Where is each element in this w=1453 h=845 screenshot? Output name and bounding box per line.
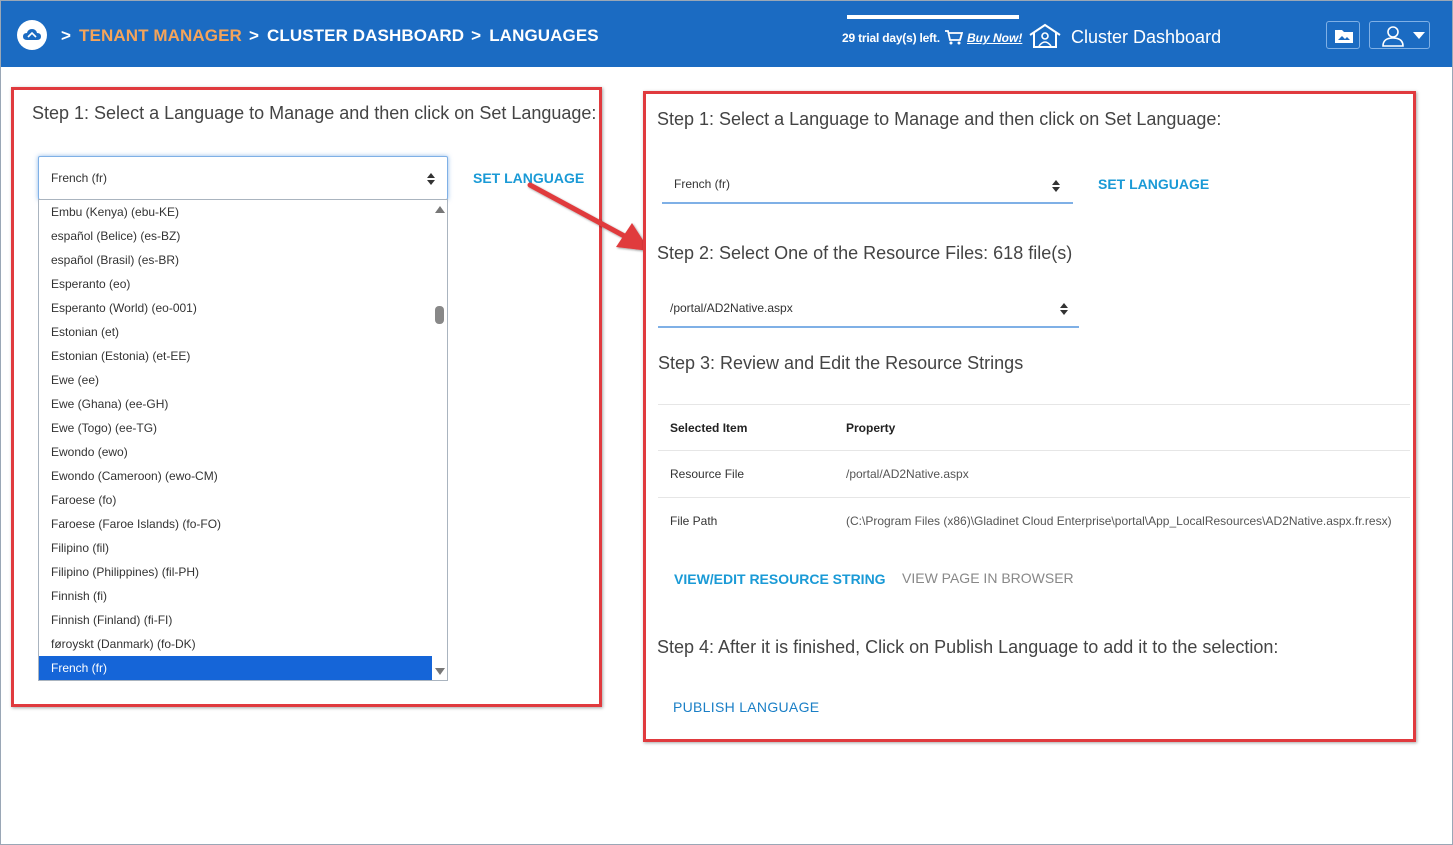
right-step1-title: Step 1: Select a Language to Manage and … bbox=[657, 109, 1222, 129]
table-header-row: Selected Item Property bbox=[658, 404, 1410, 451]
dropdown-option[interactable]: Esperanto (World) (eo-001) bbox=[39, 296, 432, 320]
step2-title: Step 2: Select One of the Resource Files… bbox=[657, 243, 1073, 263]
select-arrows-icon bbox=[427, 173, 435, 185]
buy-now-link[interactable]: Buy Now! bbox=[967, 31, 1022, 45]
right-set-language-button[interactable]: SET LANGUAGE bbox=[1098, 176, 1209, 192]
dropdown-option[interactable]: Ewondo (ewo) bbox=[39, 440, 432, 464]
row-label-resource-file: Resource File bbox=[670, 467, 745, 481]
breadcrumb-languages: LANGUAGES bbox=[489, 26, 599, 45]
scroll-thumb[interactable] bbox=[435, 306, 444, 324]
dropdown-option[interactable]: Faroese (fo) bbox=[39, 488, 432, 512]
breadcrumb: > TENANT MANAGER > CLUSTER DASHBOARD > LANGUA… bbox=[61, 26, 599, 45]
table-row: File Path (C:\Program Files (x86)\Gladin… bbox=[658, 497, 1410, 544]
dropdown-option[interactable]: Estonian (et) bbox=[39, 320, 432, 344]
user-menu-button[interactable] bbox=[1369, 21, 1430, 49]
dropdown-option[interactable]: Filipino (Philippines) (fil-PH) bbox=[39, 560, 432, 584]
column-header-selected-item: Selected Item bbox=[670, 421, 748, 435]
dropdown-option[interactable]: Ewe (Togo) (ee-TG) bbox=[39, 416, 432, 440]
view-edit-resource-string-button[interactable]: VIEW/EDIT RESOURCE STRING bbox=[674, 571, 886, 587]
left-step1-title: Step 1: Select a Language to Manage and … bbox=[32, 103, 597, 123]
top-bar: > TENANT MANAGER > CLUSTER DASHBOARD > LANGUA… bbox=[1, 1, 1452, 67]
dropdown-option[interactable]: Faroese (Faroe Islands) (fo-FO) bbox=[39, 512, 432, 536]
step3-title: Step 3: Review and Edit the Resource Str… bbox=[658, 353, 1024, 373]
dropdown-option[interactable]: Filipino (fil) bbox=[39, 536, 432, 560]
breadcrumb-cluster-dashboard[interactable]: CLUSTER DASHBOARD bbox=[267, 26, 464, 45]
row-value-resource-file: /portal/AD2Native.aspx bbox=[846, 467, 969, 481]
folder-icon bbox=[1335, 30, 1353, 43]
scroll-down-icon[interactable] bbox=[435, 668, 445, 675]
language-select-right-value: French (fr) bbox=[674, 177, 731, 191]
house-icon[interactable] bbox=[1028, 23, 1062, 54]
language-select-right[interactable]: French (fr) bbox=[662, 164, 1073, 204]
table-row: Resource File /portal/AD2Native.aspx bbox=[658, 450, 1410, 497]
dropdown-option[interactable]: español (Belice) (es-BZ) bbox=[39, 224, 432, 248]
right-annotation-box: Step 1: Select a Language to Manage and … bbox=[643, 91, 1416, 742]
column-header-property: Property bbox=[846, 421, 896, 435]
dropdown-option[interactable]: French (fr) bbox=[39, 656, 432, 680]
folder-button[interactable] bbox=[1326, 21, 1360, 49]
dropdown-option[interactable]: Ewe (ee) bbox=[39, 368, 432, 392]
dropdown-option[interactable]: Finnish (Finland) (fi-FI) bbox=[39, 608, 432, 632]
select-arrows-icon bbox=[1052, 180, 1060, 192]
resource-file-select[interactable]: /portal/AD2Native.aspx bbox=[658, 288, 1079, 328]
resource-file-select-value: /portal/AD2Native.aspx bbox=[670, 301, 793, 315]
user-icon bbox=[1382, 26, 1404, 47]
dropdown-option[interactable]: Ewe (Ghana) (ee-GH) bbox=[39, 392, 432, 416]
row-value-file-path: (C:\Program Files (x86)\Gladinet Cloud E… bbox=[846, 514, 1392, 528]
dropdown-option[interactable]: Embu (Kenya) (ebu-KE) bbox=[39, 200, 432, 224]
page-title: Cluster Dashboard bbox=[1071, 27, 1222, 47]
cart-icon bbox=[945, 30, 964, 50]
dropdown-option[interactable]: føroyskt (Danmark) (fo-DK) bbox=[39, 632, 432, 656]
cloud-logo-icon[interactable] bbox=[17, 20, 47, 50]
breadcrumb-tenant-manager[interactable]: TENANT MANAGER bbox=[79, 26, 242, 45]
trial-progress-bar bbox=[847, 15, 1019, 19]
dropdown-option[interactable]: Ewondo (Cameroon) (ewo-CM) bbox=[39, 464, 432, 488]
row-label-file-path: File Path bbox=[670, 514, 718, 528]
select-arrows-icon bbox=[1060, 303, 1068, 315]
scroll-up-icon[interactable] bbox=[435, 206, 445, 213]
language-dropdown-list[interactable]: French (fr) føroyskt (Danmark) (fo-DK) Fin… bbox=[38, 199, 448, 681]
dropdown-option[interactable]: español (Brasil) (es-BR) bbox=[39, 248, 432, 272]
dropdown-scrollbar[interactable] bbox=[432, 200, 447, 680]
trial-days-text: 29 trial day(s) left. bbox=[842, 31, 940, 45]
publish-language-button[interactable]: PUBLISH LANGUAGE bbox=[673, 699, 819, 715]
language-select[interactable]: French (fr) bbox=[38, 156, 448, 200]
left-annotation-box: Step 1: Select a Language to Manage and … bbox=[11, 87, 602, 707]
dropdown-option[interactable]: Esperanto (eo) bbox=[39, 272, 432, 296]
view-page-in-browser-button[interactable]: VIEW PAGE IN BROWSER bbox=[902, 570, 1074, 586]
caret-down-icon bbox=[1413, 32, 1425, 39]
annotation-arrow bbox=[527, 182, 650, 251]
dropdown-option[interactable]: Estonian (Estonia) (et-EE) bbox=[39, 344, 432, 368]
step4-title: Step 4: After it is finished, Click on P… bbox=[657, 637, 1279, 657]
dropdown-option[interactable]: Finnish (fi) bbox=[39, 584, 432, 608]
language-select-value: French (fr) bbox=[51, 171, 108, 185]
